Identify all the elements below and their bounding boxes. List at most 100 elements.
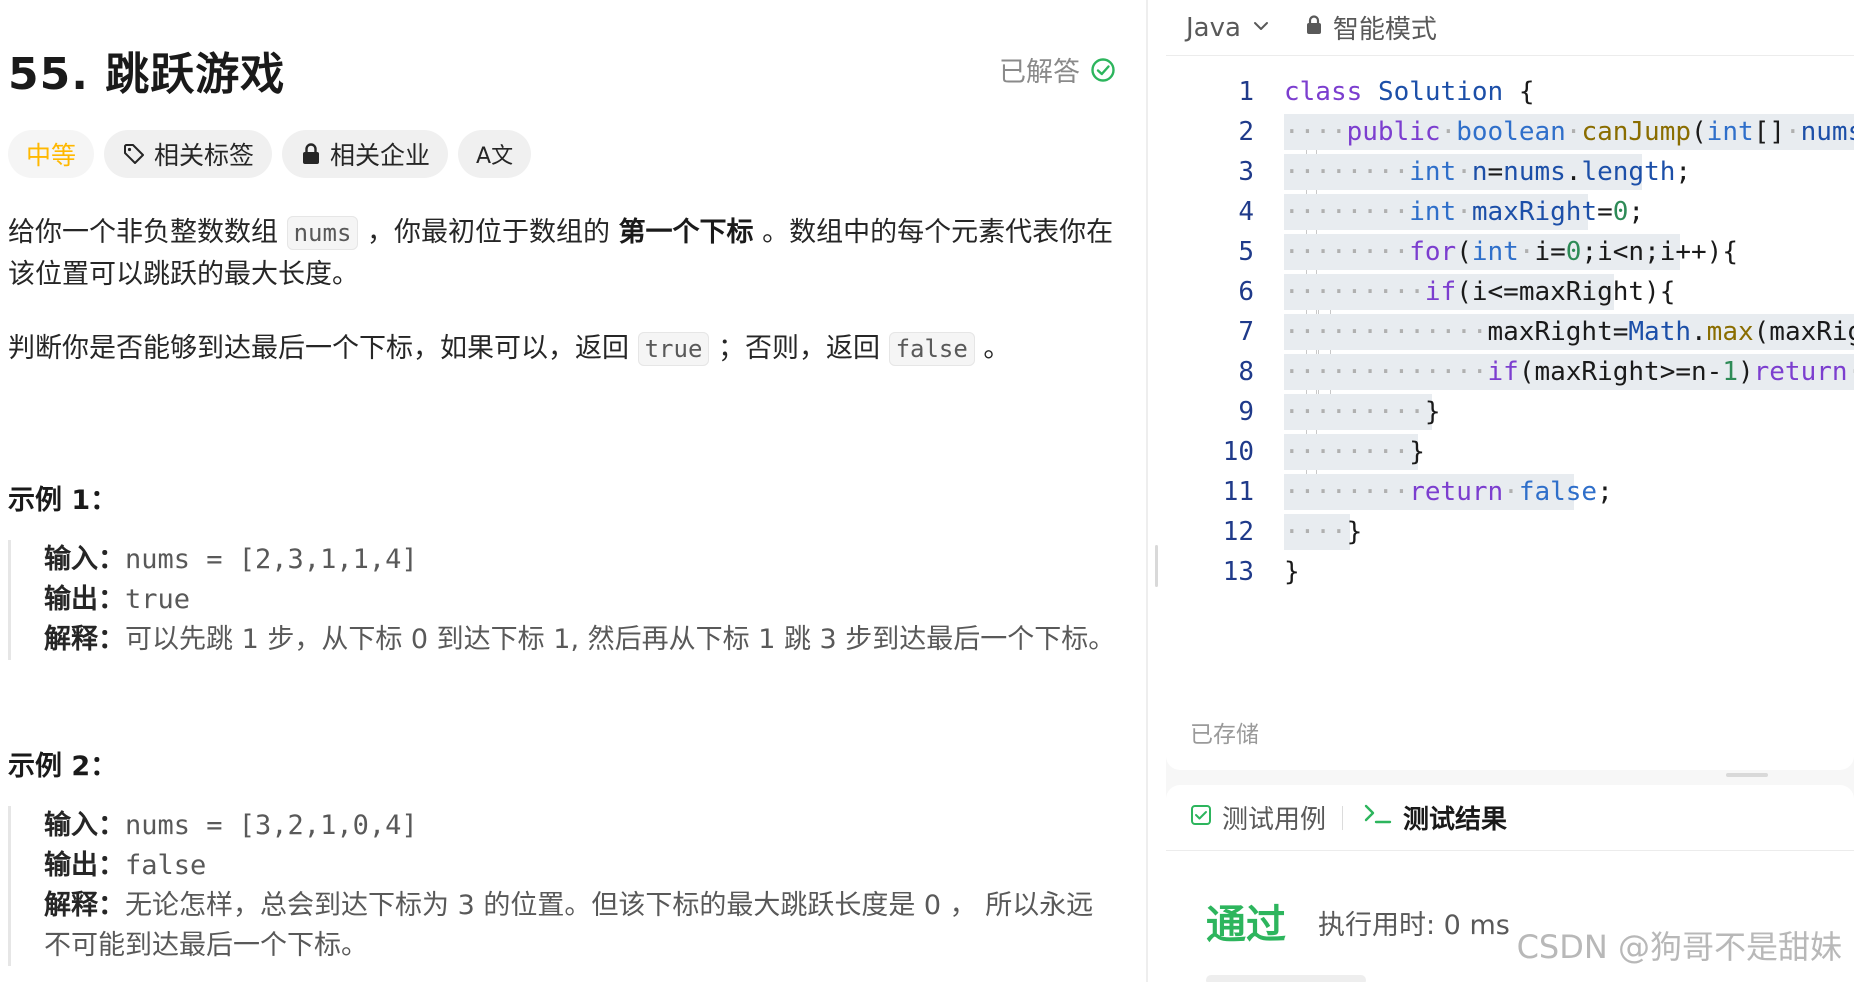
solved-status: 已解答 — [999, 50, 1116, 89]
example-2-title: 示例 2： — [8, 751, 118, 782]
code-line: 11 ········return·false; — [1166, 472, 1854, 512]
result-detail-bar — [1206, 975, 1366, 982]
problem-requirement: 判断你是否能够到达最后一个下标，如果可以，返回 true ；否则，返回 fals… — [8, 328, 1118, 370]
problem-title: 55. 跳跃游戏 — [8, 49, 286, 100]
chevron-down-icon — [1251, 13, 1271, 43]
pane-divider[interactable] — [1146, 0, 1148, 982]
line-number: 11 — [1222, 477, 1254, 507]
line-number: 10 — [1222, 437, 1254, 467]
language-label: Java — [1186, 12, 1241, 43]
code-line: 12 ····} — [1166, 512, 1854, 552]
checkbox-icon — [1190, 803, 1212, 833]
explain-label: 解释： — [44, 624, 125, 655]
code-line: 9 ·········} — [1166, 392, 1854, 432]
pane-resize-handle[interactable] — [1155, 545, 1158, 587]
mode-label: 智能模式 — [1332, 15, 1437, 45]
translate-button[interactable]: A文 — [458, 130, 532, 178]
example-input: 输入：nums = [3,2,1,0,4] — [44, 806, 1118, 846]
line-number: 1 — [1238, 77, 1254, 107]
desc-bold-text: 第一个下标 — [618, 217, 754, 248]
code-line-text: ·········if(i<=maxRight){ — [1284, 277, 1676, 307]
example-explanation: 解释：可以先跳 1 步，从下标 0 到达下标 1, 然后再从下标 1 跳 3 步… — [44, 620, 1118, 660]
difficulty-label: 中等 — [26, 141, 77, 170]
line-number: 3 — [1238, 157, 1254, 187]
code-line-text: ·············maxRight=Math.max(maxRight,… — [1284, 317, 1854, 347]
example-1-block: 输入：nums = [2,3,1,1,4] 输出：true 解释：可以先跳 1 … — [8, 540, 1118, 660]
line-number: 2 — [1238, 117, 1254, 147]
example-output: 输出：false — [44, 846, 1118, 886]
desc-text: ，你最初位于数组的 — [358, 217, 619, 248]
code-line-text: ····public·boolean·canJump(int[]·nums){ — [1284, 117, 1854, 147]
accepted-status: 通过 — [1206, 902, 1286, 948]
line-number: 12 — [1222, 517, 1254, 547]
example-2-block: 输入：nums = [3,2,1,0,4] 输出：false 解释：无论怎样，总… — [8, 806, 1118, 966]
output-value: false — [125, 850, 207, 881]
output-label: 输出： — [44, 584, 125, 615]
desc-text: 给你一个非负整数数组 — [8, 217, 287, 248]
line-number: 4 — [1238, 197, 1254, 227]
code-line-text: ········int·n=nums.length; — [1284, 157, 1692, 187]
lock-icon — [1305, 13, 1323, 43]
tab-testcase-label: 测试用例 — [1222, 805, 1327, 835]
save-status: 已存储 — [1190, 722, 1259, 748]
input-label: 输入： — [44, 544, 125, 575]
problem-tags: 中等 相关标签 相关企业 A文 — [8, 130, 532, 178]
line-number: 9 — [1238, 397, 1254, 427]
editor-toolbar: Java 智能模式 — [1166, 0, 1854, 56]
example-output: 输出：true — [44, 580, 1118, 620]
input-label: 输入： — [44, 810, 125, 841]
code-line-text: class Solution { — [1284, 77, 1535, 107]
problem-pane: 55. 跳跃游戏 已解答 中等 相关标签 相关企业 A文 给你一个非负整数数组 … — [0, 0, 1146, 982]
code-line-text: } — [1284, 557, 1300, 587]
line-number: 13 — [1222, 557, 1254, 587]
desc-text: ；否则，返回 — [709, 333, 889, 364]
related-companies-button[interactable]: 相关企业 — [282, 130, 449, 178]
code-line-text: ·········} — [1284, 397, 1441, 427]
example-explanation: 解释：无论怎样，总会到达下标为 3 的位置。但该下标的最大跳跃长度是 0 ， 所… — [44, 886, 1118, 966]
tag-icon — [122, 142, 146, 166]
watermark: CSDN @狗哥不是甜妹 — [1516, 928, 1842, 966]
explain-value: 可以先跳 1 步，从下标 0 到达下标 1, 然后再从下标 1 跳 3 步到达最… — [125, 624, 1116, 655]
related-tags-button[interactable]: 相关标签 — [104, 130, 273, 178]
lock-icon — [300, 142, 322, 166]
result-tabs: 测试用例 测试结果 — [1166, 785, 1854, 851]
code-line: 13} — [1166, 552, 1854, 592]
code-line: 4 ········int·maxRight=0; — [1166, 192, 1854, 232]
output-value: true — [125, 584, 191, 615]
explain-value: 无论怎样，总会到达下标为 3 的位置。但该下标的最大跳跃长度是 0 ， 所以永远… — [44, 890, 1094, 961]
solved-label: 已解答 — [999, 57, 1080, 88]
panel-resize-handle[interactable] — [1726, 773, 1768, 777]
code-line: 1 class Solution { — [1166, 72, 1854, 112]
related-tags-label: 相关标签 — [154, 141, 255, 170]
code-editor[interactable]: 1 class Solution { 2 ····public·boolean·ca… — [1166, 72, 1854, 592]
code-line: 5 ········for(int·i=0;i<n;i++){ — [1166, 232, 1854, 272]
terminal-icon — [1363, 802, 1393, 833]
check-circle-icon — [1090, 57, 1116, 83]
editor-pane: Java 智能模式 1 class Solution { 2 ····public·… — [1166, 0, 1854, 982]
problem-description: 给你一个非负整数数组 nums ，你最初位于数组的 第一个下标 。数组中的每个元… — [8, 212, 1118, 295]
tab-result[interactable]: 测试结果 — [1363, 799, 1507, 836]
smart-mode-toggle[interactable]: 智能模式 — [1305, 9, 1437, 46]
code-line-text: ········for(int·i=0;i<n;i++){ — [1284, 237, 1738, 267]
code-line: 2 ····public·boolean·canJump(int[]·nums){ — [1166, 112, 1854, 152]
explain-label: 解释： — [44, 890, 125, 921]
input-value: nums = [2,3,1,1,4] — [125, 544, 418, 575]
code-line-text: ········return·false; — [1284, 477, 1613, 507]
input-value: nums = [3,2,1,0,4] — [125, 810, 418, 841]
desc-text: 判断你是否能够到达最后一个下标，如果可以，返回 — [8, 333, 638, 364]
tab-testcase[interactable]: 测试用例 — [1190, 799, 1326, 836]
code-line: 7 ·············maxRight=Math.max(maxRight… — [1166, 312, 1854, 352]
output-label: 输出： — [44, 850, 125, 881]
tab-result-label: 测试结果 — [1403, 805, 1508, 835]
example-input: 输入：nums = [2,3,1,1,4] — [44, 540, 1118, 580]
code-line-text: ········} — [1284, 437, 1425, 467]
translate-icon: A文 — [476, 144, 514, 169]
inline-code-true: true — [637, 332, 710, 366]
language-selector[interactable]: Java — [1186, 13, 1271, 43]
line-number: 7 — [1238, 317, 1254, 347]
inline-code-false: false — [888, 332, 975, 366]
desc-text: 。 — [974, 333, 1011, 364]
difficulty-badge: 中等 — [8, 130, 95, 178]
code-line: 3 ········int·n=nums.length; — [1166, 152, 1854, 192]
code-editor-card: Java 智能模式 1 class Solution { 2 ····public·… — [1166, 0, 1854, 770]
